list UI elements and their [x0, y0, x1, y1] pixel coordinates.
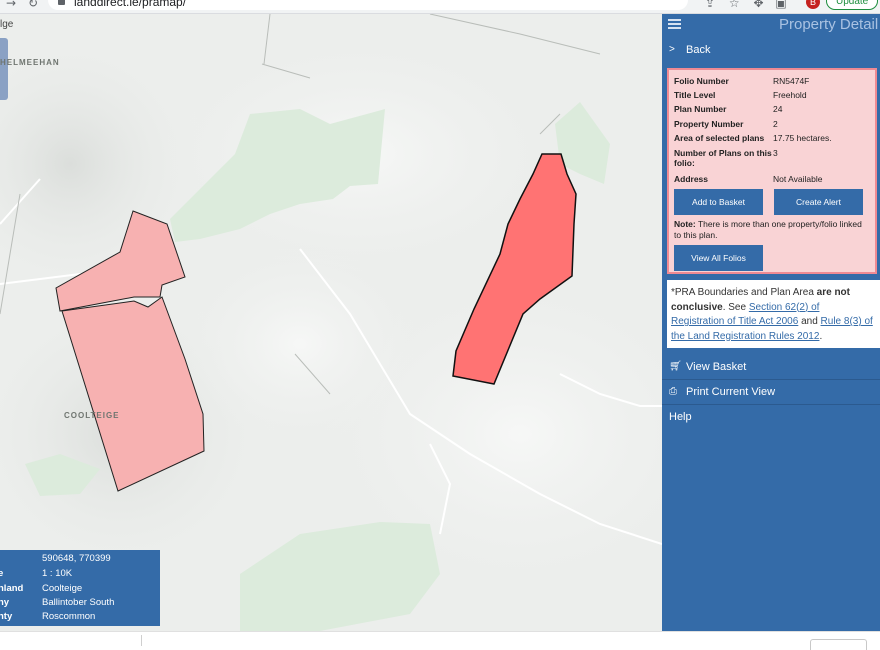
address-bar[interactable]: landdirect.ie/pramap/	[48, 0, 688, 10]
cart-icon: 🛒︎	[669, 361, 682, 372]
url-text: landdirect.ie/pramap/	[74, 0, 187, 9]
townland-label: COOLTEIGE	[64, 411, 120, 420]
map-graphics	[0, 14, 662, 631]
info-row-scale: e 1 : 10K	[0, 568, 73, 579]
create-alert-button[interactable]: Create Alert	[774, 189, 863, 215]
help-button[interactable]: Help	[662, 405, 880, 429]
browser-toolbar: → ↻ landdirect.ie/pramap/ ⇪ ☆ ✥ ▣ B Upda…	[0, 0, 880, 14]
info-row-townland: nland Coolteige	[0, 583, 83, 594]
share-icon[interactable]: ⇪	[705, 0, 715, 10]
star-icon[interactable]: ☆	[729, 0, 740, 10]
location-info-box: 590648, 770399 e 1 : 10K nland Coolteige…	[0, 550, 160, 626]
menu-icon[interactable]	[668, 19, 681, 30]
chevron-right-icon: >	[669, 44, 675, 55]
info-row-barony: ny Ballintober South	[0, 597, 115, 608]
reload-icon[interactable]: ↻	[28, 0, 38, 10]
update-button[interactable]: Update	[826, 0, 878, 10]
profile-avatar[interactable]: B	[806, 0, 820, 9]
forward-icon[interactable]: →	[6, 0, 16, 10]
print-current-view-button[interactable]: ⎙ Print Current View	[662, 380, 880, 405]
lock-icon	[58, 0, 65, 5]
view-basket-button[interactable]: 🛒︎ View Basket	[662, 355, 880, 380]
property-detail-panel: Property Detail > Back Folio Number RN54…	[662, 14, 880, 631]
map-canvas[interactable]: lge HELMEEHAN COOLTEIGE	[0, 14, 662, 631]
back-button[interactable]: > Back	[662, 38, 880, 62]
boundary-disclaimer: *PRA Boundaries and Plan Area are not co…	[667, 280, 880, 348]
panel-header: Property Detail	[662, 14, 880, 36]
zoom-control[interactable]	[0, 38, 8, 100]
property-details-card: Folio Number RN5474F Title Level Freehol…	[667, 68, 877, 274]
view-all-folios-button[interactable]: View All Folios	[674, 245, 763, 271]
map-link-text[interactable]: lge	[0, 19, 13, 30]
panel-title: Property Detail	[779, 16, 879, 33]
browser-actions: ⇪ ☆ ✥ ▣	[705, 0, 787, 10]
info-row-coordinates: 590648, 770399	[42, 553, 111, 564]
info-row-county: nty Roscommon	[0, 611, 96, 622]
divider	[141, 635, 142, 646]
townland-label: HELMEEHAN	[0, 58, 60, 67]
folio-note: Note: There is more than one property/fo…	[674, 219, 862, 240]
printer-icon: ⎙	[669, 386, 677, 397]
extensions-icon[interactable]: ✥	[753, 0, 763, 10]
window-icon[interactable]: ▣	[775, 0, 786, 10]
add-to-basket-button[interactable]: Add to Basket	[674, 189, 763, 215]
bottom-bar	[0, 631, 880, 650]
